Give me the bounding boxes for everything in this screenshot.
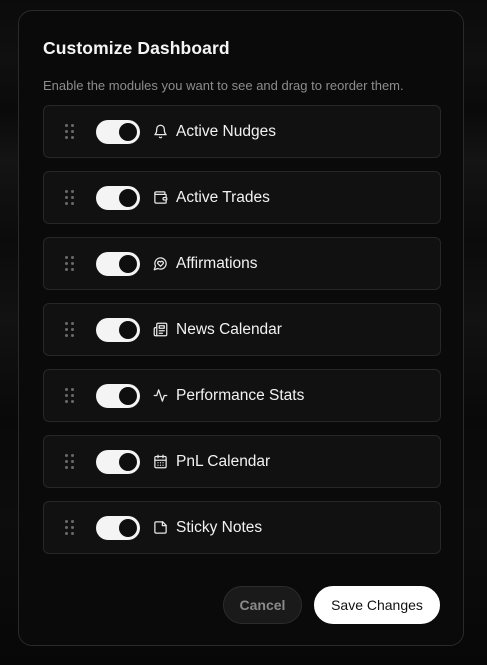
bell-icon [153,124,168,139]
module-label: Active Nudges [176,122,276,140]
save-changes-button[interactable]: Save Changes [314,586,440,624]
toggle-knob [119,518,137,537]
dialog-subtitle: Enable the modules you want to see and d… [43,78,404,93]
heart-chat-icon [153,256,168,271]
sticky-note-icon [153,520,168,535]
newspaper-icon [153,322,168,337]
toggle-knob [119,320,137,339]
drag-handle-icon[interactable] [65,189,75,206]
drag-handle-icon[interactable] [65,123,75,140]
drag-handle-icon[interactable] [65,321,75,338]
drag-handle-icon[interactable] [65,453,75,470]
module-label: Affirmations [176,254,258,272]
activity-icon [153,388,168,403]
module-row-active-nudges[interactable]: Active Nudges [43,105,441,158]
drag-handle-icon[interactable] [65,519,75,536]
module-toggle[interactable] [96,251,140,276]
module-toggle[interactable] [96,317,140,342]
module-row-performance-stats[interactable]: Performance Stats [43,369,441,422]
module-toggle[interactable] [96,185,140,210]
module-label: Performance Stats [176,386,305,404]
toggle-knob [119,452,137,471]
dialog-footer: Cancel Save Changes [223,586,440,624]
wallet-icon [153,190,168,205]
module-row-sticky-notes[interactable]: Sticky Notes [43,501,441,554]
module-toggle[interactable] [96,383,140,408]
module-row-pnl-calendar[interactable]: PnL Calendar [43,435,441,488]
module-toggle[interactable] [96,515,140,540]
module-list: Active Nudges Active Trades Affirmations [43,105,441,554]
module-row-affirmations[interactable]: Affirmations [43,237,441,290]
toggle-knob [119,122,137,141]
module-label: Sticky Notes [176,518,263,536]
module-row-active-trades[interactable]: Active Trades [43,171,441,224]
toggle-knob [119,254,137,273]
module-label: Active Trades [176,188,270,206]
drag-handle-icon[interactable] [65,387,75,404]
toggle-knob [119,188,137,207]
module-toggle[interactable] [96,119,140,144]
dialog-title: Customize Dashboard [43,38,230,58]
drag-handle-icon[interactable] [65,255,75,272]
module-row-news-calendar[interactable]: News Calendar [43,303,441,356]
toggle-knob [119,386,137,405]
calendar-icon [153,454,168,469]
customize-dashboard-dialog: Customize Dashboard Enable the modules y… [18,10,464,646]
cancel-button[interactable]: Cancel [223,586,302,624]
module-label: News Calendar [176,320,282,338]
module-toggle[interactable] [96,449,140,474]
module-label: PnL Calendar [176,452,271,470]
